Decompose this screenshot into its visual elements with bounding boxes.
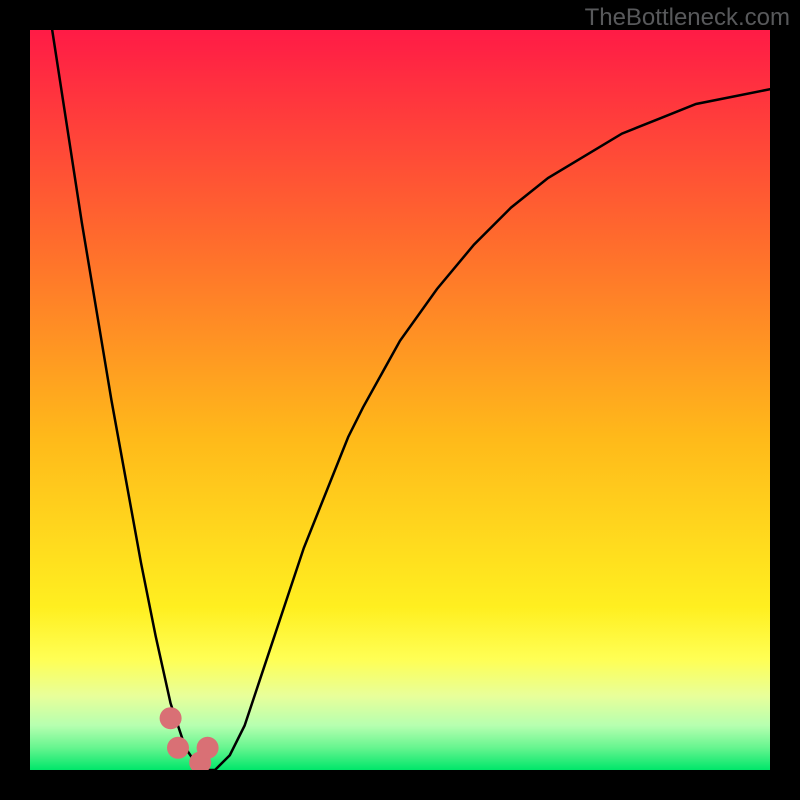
chart-background-gradient bbox=[30, 30, 770, 770]
watermark-text: TheBottleneck.com bbox=[585, 4, 790, 32]
chart-marker bbox=[197, 737, 219, 759]
chart-plot-area bbox=[30, 30, 770, 770]
chart-svg bbox=[30, 30, 770, 770]
chart-marker bbox=[160, 707, 182, 729]
chart-marker bbox=[167, 737, 189, 759]
chart-frame: TheBottleneck.com bbox=[0, 0, 800, 800]
